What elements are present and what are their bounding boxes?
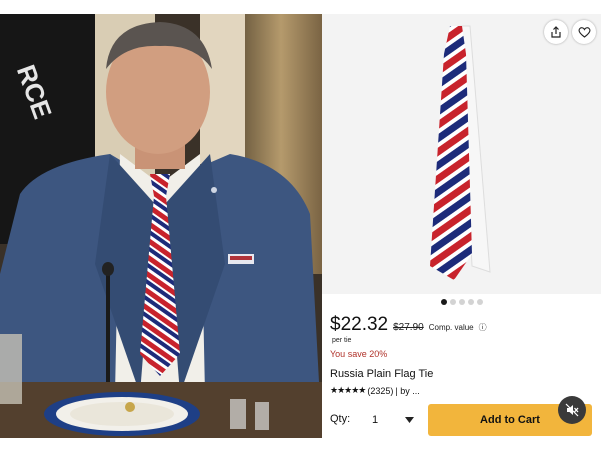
chevron-down-icon (405, 417, 414, 423)
product-title[interactable]: Russia Plain Flag Tie (330, 368, 433, 380)
rating-row[interactable]: ★★★★★ (2325) | by ... (330, 385, 420, 396)
price: $22.32 (330, 314, 389, 335)
favorite-button[interactable] (572, 20, 596, 44)
carousel-dot[interactable] (458, 299, 465, 305)
info-icon[interactable]: ⓘ (479, 322, 487, 333)
seller-text: | by ... (395, 385, 420, 396)
per-tie-label: per tie (332, 337, 352, 344)
quantity-select[interactable]: 1 (354, 406, 422, 434)
tie-image (430, 25, 491, 280)
star-rating-icon: ★★★★★ (330, 385, 366, 395)
old-price: $27.90 (393, 322, 424, 333)
savings-text: You save 20% (330, 349, 388, 359)
share-button[interactable] (544, 20, 568, 44)
carousel-dot[interactable] (476, 299, 483, 305)
comp-value-label: Comp. value (428, 323, 474, 332)
share-icon (551, 26, 561, 38)
carousel-dot[interactable] (467, 299, 474, 305)
rating-count: (2325) (367, 385, 394, 396)
photo-panel: RCE (0, 14, 322, 438)
carousel-dot[interactable] (440, 299, 447, 305)
quantity-label: Qty: (330, 413, 351, 425)
heart-icon (578, 27, 590, 38)
product-image[interactable] (322, 14, 601, 294)
price-row: $22.32 $27.90 Comp. value ⓘ (330, 314, 487, 336)
product-panel: $22.32 $27.90 Comp. value ⓘ per tie You … (322, 14, 601, 438)
quantity-value: 1 (372, 414, 379, 426)
portrait-image: RCE (0, 14, 322, 438)
mute-icon (565, 403, 579, 417)
carousel-dot[interactable] (449, 299, 456, 305)
top-margin (0, 0, 601, 14)
mute-button[interactable] (558, 396, 586, 424)
carousel-dots[interactable] (322, 299, 601, 307)
bottom-margin (0, 438, 601, 452)
